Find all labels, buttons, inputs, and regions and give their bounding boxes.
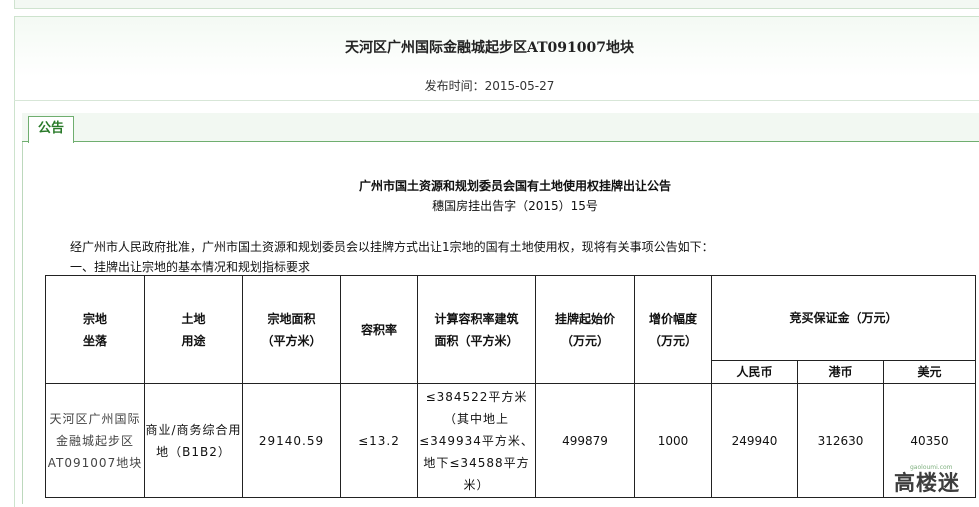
tab-bar — [22, 113, 979, 142]
divider — [14, 100, 979, 101]
section-heading: 一、挂牌出让宗地的基本情况和规划指标要求 — [70, 260, 311, 274]
header-location: 宗地 坐落 — [45, 275, 145, 384]
header-area: 宗地面积 （平方米） — [242, 275, 341, 384]
cell-build-area: ≤384522平方米（其中地上≤349934平方米、地下≤34588平方米） — [417, 383, 536, 498]
header-build-area: 计算容积率建筑 面积（平方米） — [417, 275, 536, 384]
watermark-logo: gaoloumi.com 高楼迷 — [878, 464, 974, 496]
notice-intro: 经广州市人民政府批准，广州市国土资源和规划委员会以挂牌方式出让1宗地的国有土地使… — [70, 240, 714, 254]
cell-location: 天河区广州国际金融城起步区AT091007地块 — [45, 383, 145, 498]
notice-doc-number: 穗国房挂出告字（2015）15号 — [432, 199, 598, 213]
cell-hkd: 312630 — [797, 383, 884, 498]
cell-far: ≤13.2 — [340, 383, 418, 498]
header-usage: 土地 用途 — [144, 275, 243, 384]
land-info-table: 宗地 坐落 土地 用途 宗地面积 （平方米） 容积率 计算容积率建筑 面积（平方… — [45, 275, 976, 498]
top-strip — [14, 0, 979, 9]
header-rmb: 人民币 — [711, 360, 798, 384]
watermark-text: 高楼迷 — [894, 471, 960, 495]
cell-area: 29140.59 — [242, 383, 341, 498]
header-hkd: 港币 — [797, 360, 884, 384]
header-far: 容积率 — [340, 275, 418, 384]
cell-increment: 1000 — [634, 383, 712, 498]
notice-heading: 广州市国土资源和规划委员会国有土地使用权挂牌出让公告 — [358, 179, 671, 193]
publish-time: 发布时间：2015-05-27 — [424, 79, 555, 93]
page-title: 天河区广州国际金融城起步区AT091007地块 — [345, 40, 634, 56]
cell-usage: 商业/商务综合用地（B1B2） — [144, 383, 243, 498]
header-deposit: 竞买保证金（万元） — [711, 275, 976, 361]
cell-rmb: 249940 — [711, 383, 798, 498]
header-usd: 美元 — [883, 360, 976, 384]
table-row: 天河区广州国际金融城起步区AT091007地块 商业/商务综合用地（B1B2） … — [45, 383, 976, 498]
cell-start-price: 499879 — [535, 383, 635, 498]
tab-notice[interactable]: 公告 — [28, 116, 74, 143]
header-start-price: 挂牌起始价 （万元） — [535, 275, 635, 384]
table-header-row: 宗地 坐落 土地 用途 宗地面积 （平方米） 容积率 计算容积率建筑 面积（平方… — [45, 275, 976, 384]
header-increment: 增价幅度 （万元） — [634, 275, 712, 384]
